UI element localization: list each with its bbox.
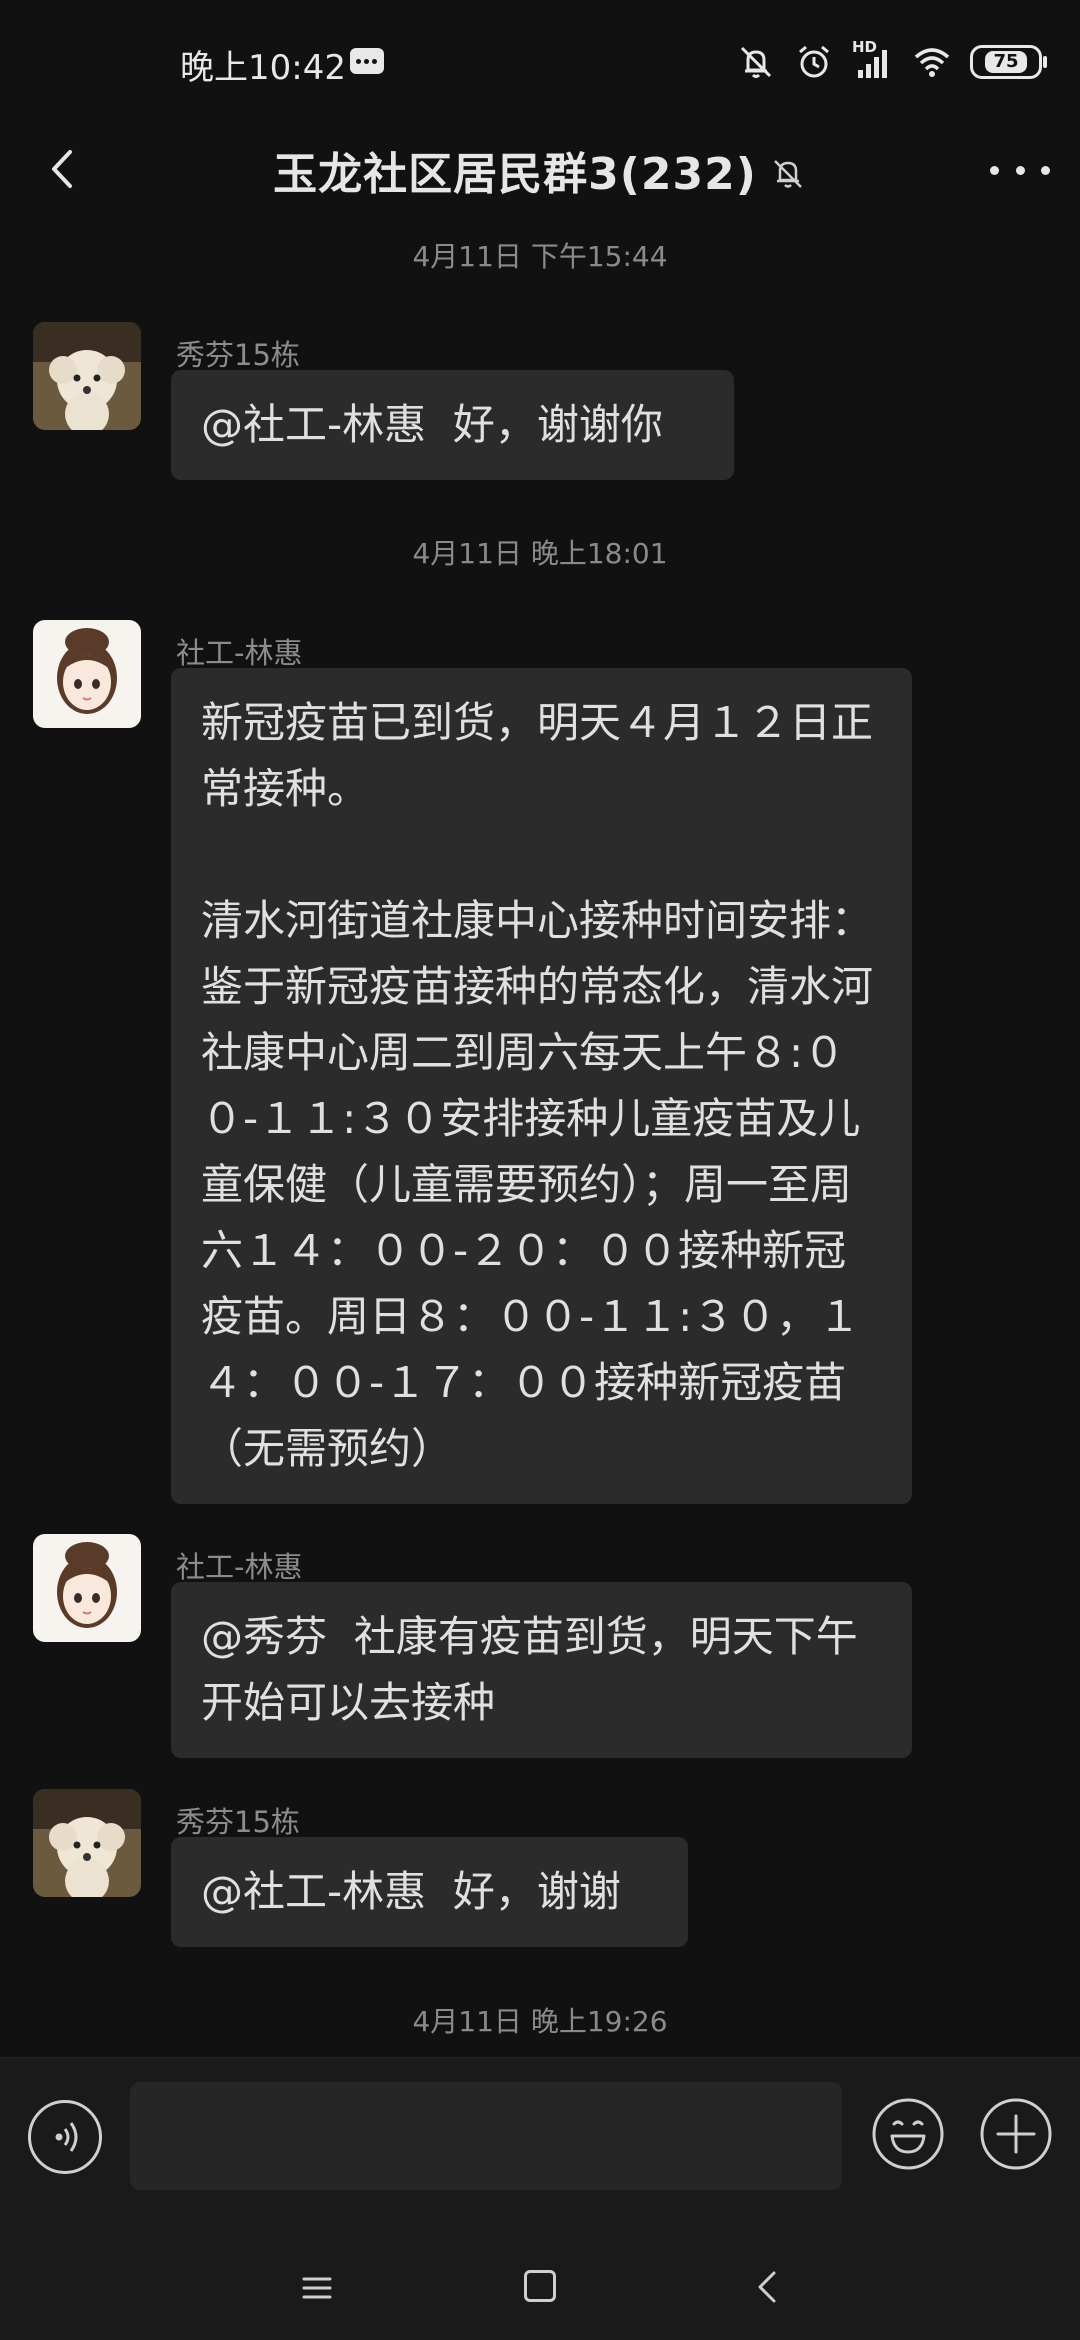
sender-name: 社工-林惠: [176, 1550, 303, 1584]
bell-muted-icon: [773, 160, 802, 188]
girl-avatar-icon: [33, 1534, 141, 1642]
chat-notification-icon: [350, 48, 384, 74]
girl-avatar-icon: [33, 620, 141, 728]
timestamp: 4月11日 晚上18:01: [412, 537, 668, 570]
system-nav-bar: [0, 2237, 1080, 2340]
avatar[interactable]: [33, 1789, 141, 1897]
message-bubble[interactable]: @秀芬 社康有疫苗到货，明天下午开始可以去接种: [171, 1582, 912, 1758]
message-bubble[interactable]: @社工-林惠 好，谢谢: [171, 1837, 688, 1947]
message-text: 新冠疫苗已到货，明天４月１２日正常接种。 清水河街道社康中心接种时间安排： 鉴于…: [201, 698, 874, 1473]
battery-icon: 75: [970, 45, 1047, 79]
alarm-icon: [799, 45, 829, 78]
message-bubble[interactable]: @社工-林惠 好，谢谢你: [171, 370, 734, 480]
avatar[interactable]: [33, 620, 141, 728]
message-text: @社工-林惠 好，谢谢你: [201, 400, 663, 449]
plus-icon[interactable]: [978, 2096, 1054, 2172]
status-time: 晚上10:42: [180, 48, 346, 88]
input-bar: [0, 2057, 1080, 2238]
signal-icon: HD: [852, 38, 894, 82]
chat-header: 玉龙社区居民群3(232): [0, 120, 1080, 220]
status-bar: 晚上10:42 HD 75: [0, 0, 1080, 120]
menu-icon[interactable]: [300, 2271, 334, 2305]
network-label: HD: [852, 38, 878, 56]
sender-name: 社工-林惠: [176, 636, 303, 670]
home-square-icon[interactable]: [524, 2270, 556, 2302]
title-container: 玉龙社区居民群3(232): [0, 120, 1080, 220]
dog-avatar-icon: [33, 322, 141, 430]
dog-avatar-icon: [33, 1789, 141, 1897]
bell-off-icon: [740, 46, 772, 78]
sender-name: 秀芬15栋: [176, 1805, 300, 1839]
sender-name: 秀芬15栋: [176, 338, 300, 372]
group-title[interactable]: 玉龙社区居民群3(232): [273, 138, 757, 202]
emoji-icon[interactable]: [870, 2096, 946, 2172]
nav-back-icon[interactable]: [752, 2267, 782, 2307]
avatar[interactable]: [33, 322, 141, 430]
message-input[interactable]: [130, 2082, 842, 2190]
more-dots-icon[interactable]: [990, 148, 1050, 192]
battery-level: 75: [985, 51, 1027, 73]
message-bubble[interactable]: 新冠疫苗已到货，明天４月１２日正常接种。 清水河街道社康中心接种时间安排： 鉴于…: [171, 668, 912, 1504]
voice-icon[interactable]: [28, 2100, 102, 2174]
wifi-icon: [914, 48, 950, 77]
avatar[interactable]: [33, 1534, 141, 1642]
message-text: @社工-林惠 好，谢谢: [201, 1867, 621, 1916]
timestamp: 4月11日 下午15:44: [412, 240, 668, 273]
timestamp: 4月11日 晚上19:26: [412, 2005, 668, 2038]
status-icons: HD 75: [736, 38, 1047, 86]
message-text: @秀芬 社康有疫苗到货，明天下午开始可以去接种: [201, 1612, 858, 1727]
